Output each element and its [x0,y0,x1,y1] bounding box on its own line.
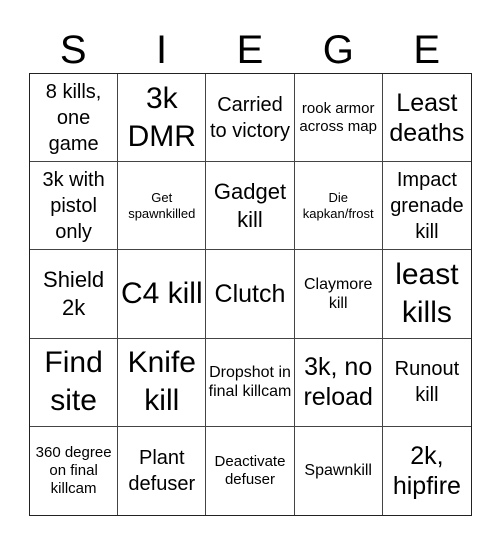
cell-text: Runout kill [394,358,460,407]
cell-text: 360 degree on final killcam [35,443,112,497]
cell-text: Carried to victory [209,93,290,142]
cell-text: 3k, no reload [303,353,373,412]
header-letter-e: E [236,28,264,72]
bingo-cell[interactable]: 3k, no reload [294,338,383,427]
cell-text: Knife kill [127,346,196,418]
bingo-cell[interactable]: 8 kills, one game [30,74,119,163]
header-letter-e2: E [413,28,441,72]
cell-text: Dropshot in final killcam [208,364,292,401]
bingo-cell[interactable]: rook armor across map [294,74,383,163]
bingo-cell[interactable]: least kills [382,250,471,339]
bingo-cell[interactable]: Shield 2k [30,250,119,339]
cell-text: Spawnkill [304,462,372,480]
cell-text: Impact grenade kill [390,168,464,243]
cell-text: rook armor across map [299,99,377,135]
cell-text: Die kapkan/frost [302,189,374,221]
bingo-cell[interactable]: Claymore kill [294,250,383,339]
bingo-cell[interactable]: Least deaths [382,74,471,163]
header-letter-s: S [59,28,87,72]
bingo-cell[interactable]: Spawnkill [295,426,383,515]
header-letter-g: G [322,28,354,72]
cell-text: Deactivate defuser [214,452,286,488]
cell-text: Claymore kill [303,275,373,312]
bingo-grid: 8 kills, one game 3k DMR Carried to vict… [29,73,472,516]
cell-text: Find site [44,346,103,418]
bingo-cell[interactable]: Plant defuser [118,426,207,515]
bingo-cell[interactable]: Die kapkan/frost [294,162,383,251]
cell-text: 2k, hipfire [392,441,461,500]
bingo-cell[interactable]: Impact grenade kill [382,162,471,251]
bingo-cell[interactable]: 2k, hipfire [383,427,471,515]
bingo-cell[interactable]: Runout kill [382,339,471,427]
bingo-cell[interactable]: Clutch [206,250,295,339]
bingo-cell[interactable]: Find site [30,338,119,427]
bingo-cell[interactable]: Knife kill [118,338,207,427]
header-letter-i: I [156,28,168,72]
cell-text: Gadget kill [213,178,287,232]
cell-text: Shield 2k [43,266,105,320]
bingo-cell[interactable]: 3k with pistol only [30,162,119,251]
bingo-cell[interactable]: Gadget kill [206,162,295,251]
cell-text: Least deaths [389,88,465,147]
cell-text: 3k with pistol only [42,168,105,243]
bingo-cell[interactable]: C4 kill [118,250,207,339]
cell-text: Get spawnkilled [128,189,196,221]
cell-text: C4 kill [120,276,203,310]
cell-text: least kills [395,257,459,329]
bingo-cell[interactable]: Dropshot in final killcam [206,338,295,427]
cell-text: 3k DMR [127,81,196,153]
bingo-cell[interactable]: 360 degree on final killcam [30,426,119,515]
bingo-cell[interactable]: Carried to victory [206,74,295,163]
bingo-cell[interactable]: Get spawnkilled [118,162,207,251]
cell-text: Clutch [214,279,286,308]
bingo-cell[interactable]: Deactivate defuser [206,426,295,515]
bingo-header: S I E G E [29,28,471,73]
cell-text: Plant defuser [128,446,196,495]
bingo-cell[interactable]: 3k DMR [118,74,207,163]
cell-text: 8 kills, one game [45,80,102,155]
